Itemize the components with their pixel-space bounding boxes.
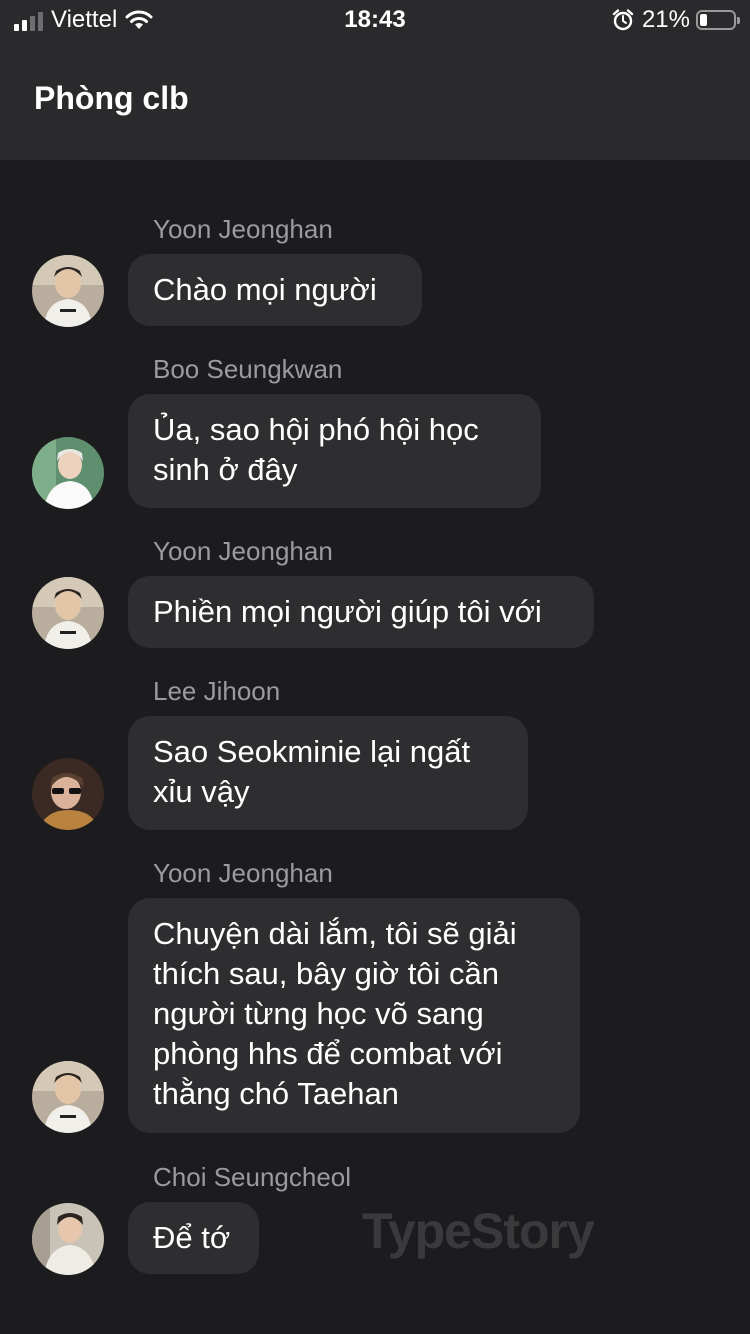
avatar-jeonghan-image (32, 577, 104, 649)
message-list[interactable]: Yoon Jeonghan Chào mọi người Boo Seungkw… (0, 160, 750, 1334)
avatar-jeonghan[interactable] (32, 1061, 104, 1133)
message-sender: Boo Seungkwan (153, 354, 343, 384)
battery-icon (696, 10, 740, 30)
message-bubble[interactable]: Ủa, sao hội phó hội học sinh ở đây (128, 394, 541, 508)
message-sender: Yoon Jeonghan (153, 214, 333, 244)
message-sender: Lee Jihoon (153, 676, 281, 706)
avatar-jeonghan-image (32, 1061, 104, 1133)
message-bubble[interactable]: Sao Seokminie lại ngất xỉu vậy (128, 716, 528, 830)
avatar-seungcheol-image (32, 1203, 104, 1275)
chat-title: Phòng clb (34, 80, 189, 116)
alarm-icon (612, 9, 634, 31)
message-sender: Choi Seungcheol (153, 1162, 352, 1192)
message-bubble[interactable]: Chào mọi người (128, 254, 422, 326)
avatar-seungkwan-image (32, 437, 104, 509)
avatar-jihoon-image (32, 758, 104, 830)
avatar-jeonghan[interactable] (32, 255, 104, 327)
avatar-seungcheol[interactable] (32, 1203, 104, 1275)
avatar-jeonghan-image (32, 255, 104, 327)
message-bubble[interactable]: Phiền mọi người giúp tôi với (128, 576, 594, 648)
chat-header: Phòng clb (0, 40, 750, 160)
watermark-logo: TypeStory (362, 1203, 595, 1259)
message-bubble[interactable]: Chuyện dài lắm, tôi sẽ giải thích sau, b… (128, 898, 580, 1133)
avatar-jeonghan[interactable] (32, 577, 104, 649)
battery-percent: 21% (641, 6, 690, 33)
status-bar: Viettel 18:43 21% (0, 0, 750, 40)
avatar-seungkwan[interactable] (32, 437, 104, 509)
message-sender: Yoon Jeonghan (153, 858, 333, 888)
message-bubble[interactable]: Để tớ (128, 1202, 259, 1274)
avatar-jihoon[interactable] (32, 758, 104, 830)
message-sender: Yoon Jeonghan (153, 536, 333, 566)
status-right: 21% (612, 6, 740, 34)
